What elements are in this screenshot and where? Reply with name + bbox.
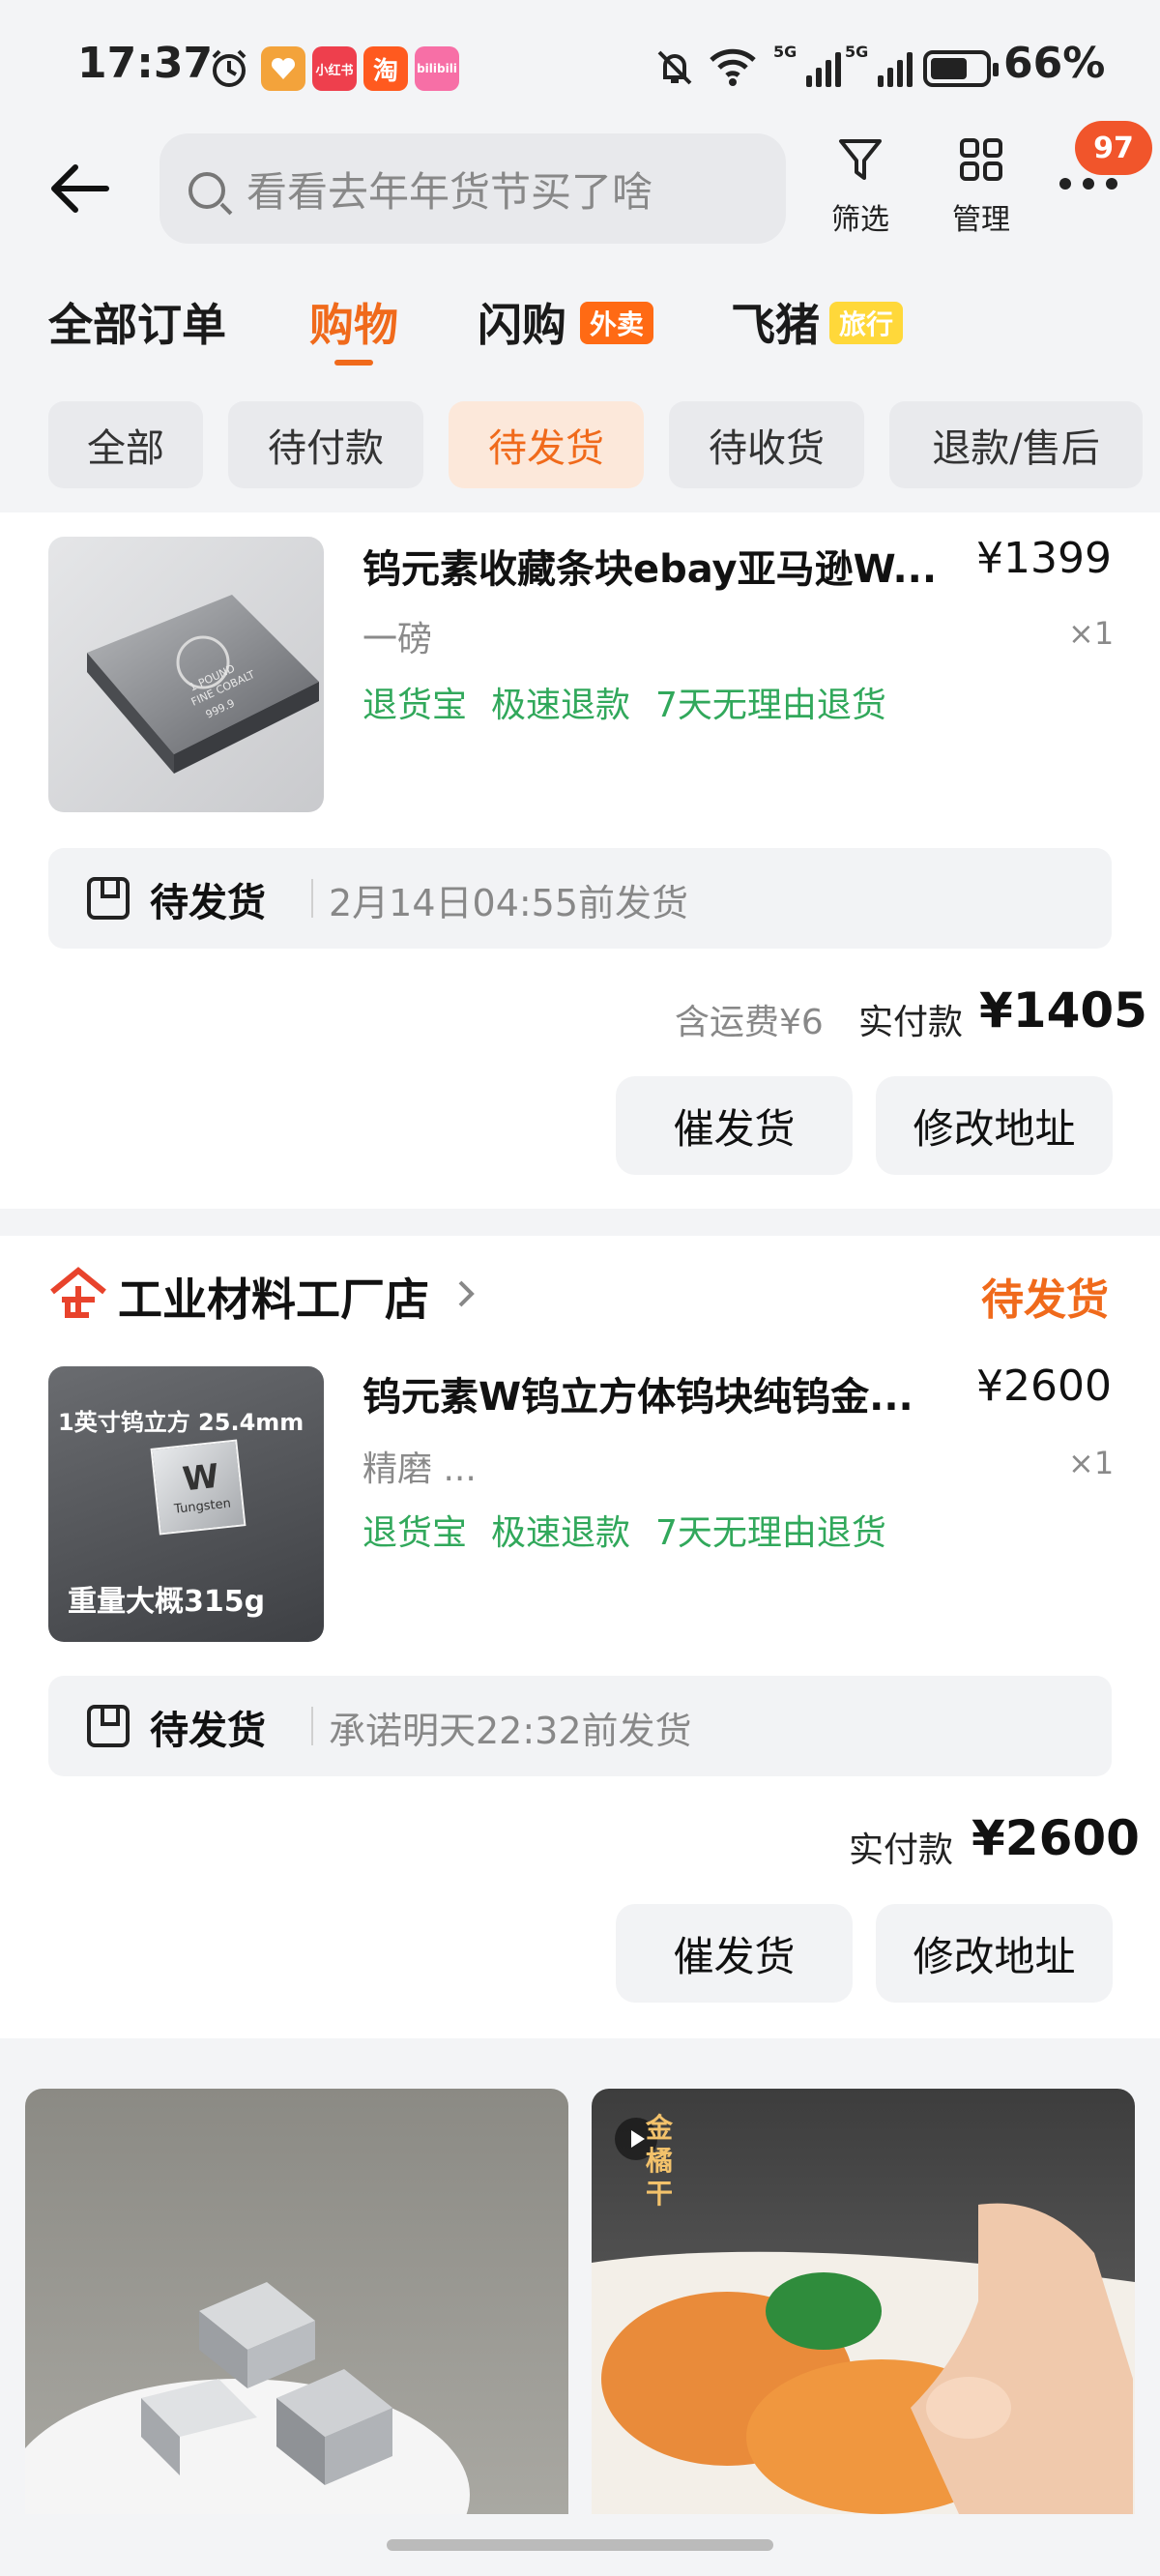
- product-spec: 一磅: [362, 620, 433, 659]
- image-caption-top: 1英寸钨立方 25.4mm: [58, 1409, 304, 1436]
- separator: [0, 1209, 1160, 1236]
- chip-pending-payment[interactable]: 待付款: [228, 401, 423, 488]
- tag-fast-refund: 极速退款: [491, 1513, 631, 1553]
- grid-icon: [960, 138, 1002, 181]
- status-time: 17:37: [77, 39, 214, 88]
- product-price: ¥1399: [976, 534, 1112, 583]
- change-address-button[interactable]: 修改地址: [876, 1076, 1113, 1175]
- shipping-fee: 含运费¥6: [675, 1003, 824, 1042]
- signal-icon-2: 5G: [845, 43, 913, 87]
- tag-fast-refund: 极速退款: [491, 686, 631, 725]
- tab-shopping[interactable]: 购物: [309, 290, 398, 354]
- tag-7day-return: 7天无理由退货: [655, 686, 886, 725]
- recommend-card-right[interactable]: 金橘干: [592, 2089, 1135, 2514]
- bilibili-icon: bilibili: [415, 46, 459, 91]
- shipping-deadline: 承诺明天22:32前发货: [329, 1710, 692, 1752]
- paid-amount: ¥2600: [972, 1810, 1140, 1866]
- box-icon: [87, 1705, 130, 1747]
- separator: [0, 2038, 1160, 2089]
- tag-7day-return: 7天无理由退货: [655, 1513, 886, 1553]
- tab-active-indicator: [334, 360, 373, 366]
- battery-percent: 66%: [1003, 39, 1106, 88]
- order-status: 待发货: [981, 1275, 1109, 1325]
- tab-fliggy[interactable]: 飞猪: [731, 290, 820, 354]
- video-overlay-text: 金橘干: [646, 2112, 674, 2210]
- chevron-right-icon[interactable]: [454, 1274, 478, 1317]
- xiaohongshu-icon: 小红书: [312, 46, 357, 91]
- box-icon: [87, 877, 130, 920]
- divider: [311, 879, 313, 918]
- product-price: ¥2600: [976, 1361, 1112, 1411]
- image-caption-bottom: 重量大概315g: [68, 1585, 266, 1619]
- more-badge: 97: [1075, 121, 1152, 175]
- funnel-icon: [839, 139, 882, 180]
- signal-icon: 5G: [773, 43, 841, 87]
- shipping-status-bar[interactable]: 待发货 2月14日04:55前发货: [48, 848, 1112, 949]
- product-spec: 精磨 ...: [362, 1449, 477, 1489]
- mute-icon: [653, 46, 696, 93]
- taobao-icon: 淘: [363, 46, 408, 91]
- chip-pending-shipment[interactable]: 待发货: [449, 401, 644, 488]
- product-qty: ×1: [1068, 615, 1115, 652]
- chip-pending-receipt[interactable]: 待收货: [669, 401, 864, 488]
- product-qty: ×1: [1068, 1445, 1115, 1481]
- tab-all-orders[interactable]: 全部订单: [48, 290, 226, 354]
- paid-amount: ¥1405: [979, 982, 1147, 1039]
- heart-app-icon: [261, 46, 305, 91]
- urge-shipment-button[interactable]: 催发货: [616, 1904, 853, 2003]
- battery-icon: [923, 50, 999, 87]
- urge-shipment-button[interactable]: 催发货: [616, 1076, 853, 1175]
- cube-name: Tungsten: [173, 1496, 232, 1517]
- store-logo-icon: [48, 1267, 108, 1323]
- shipping-status-bar[interactable]: 待发货 承诺明天22:32前发货: [48, 1676, 1112, 1776]
- tab-flash-buy[interactable]: 闪购: [478, 290, 566, 354]
- home-indicator[interactable]: [387, 2539, 773, 2551]
- product-title[interactable]: 钨元素W钨立方体钨块纯钨金...: [362, 1365, 933, 1421]
- product-image[interactable]: 1英寸钨立方 25.4mm W Tungsten 重量大概315g: [48, 1366, 324, 1642]
- chip-refund[interactable]: 退款/售后: [889, 401, 1143, 488]
- search-icon: [188, 172, 225, 209]
- product-title[interactable]: 钨元素收藏条块ebay亚马逊W...: [362, 538, 952, 594]
- alarm-icon: [207, 46, 251, 91]
- shipping-status: 待发货: [150, 881, 266, 925]
- manage-button[interactable]: 管理: [938, 135, 1025, 238]
- paid-label: 实付款: [858, 1003, 964, 1042]
- search-placeholder: 看看去年年货节买了啥: [246, 168, 653, 216]
- tag-return-insurance: 退货宝: [362, 686, 468, 725]
- shipping-status: 待发货: [150, 1709, 266, 1753]
- product-image[interactable]: 1 POUND FINE COBALT 999.9: [48, 537, 324, 812]
- cube-symbol: W: [181, 1456, 221, 1500]
- tag-travel: 旅行: [829, 302, 904, 344]
- tungsten-cube: W Tungsten: [150, 1439, 246, 1536]
- back-button[interactable]: [46, 160, 114, 218]
- change-address-button[interactable]: 修改地址: [876, 1904, 1113, 2003]
- shipping-deadline: 2月14日04:55前发货: [329, 882, 689, 924]
- chip-all[interactable]: 全部: [48, 401, 203, 488]
- filter-button[interactable]: 筛选: [817, 135, 904, 238]
- recommend-card-left[interactable]: [25, 2089, 568, 2514]
- store-name[interactable]: 工业材料工厂店: [118, 1265, 429, 1329]
- tag-takeout: 外卖: [580, 302, 654, 344]
- paid-label: 实付款: [849, 1830, 954, 1870]
- divider: [311, 1707, 313, 1745]
- wifi-icon: [708, 44, 758, 91]
- tag-return-insurance: 退货宝: [362, 1513, 468, 1553]
